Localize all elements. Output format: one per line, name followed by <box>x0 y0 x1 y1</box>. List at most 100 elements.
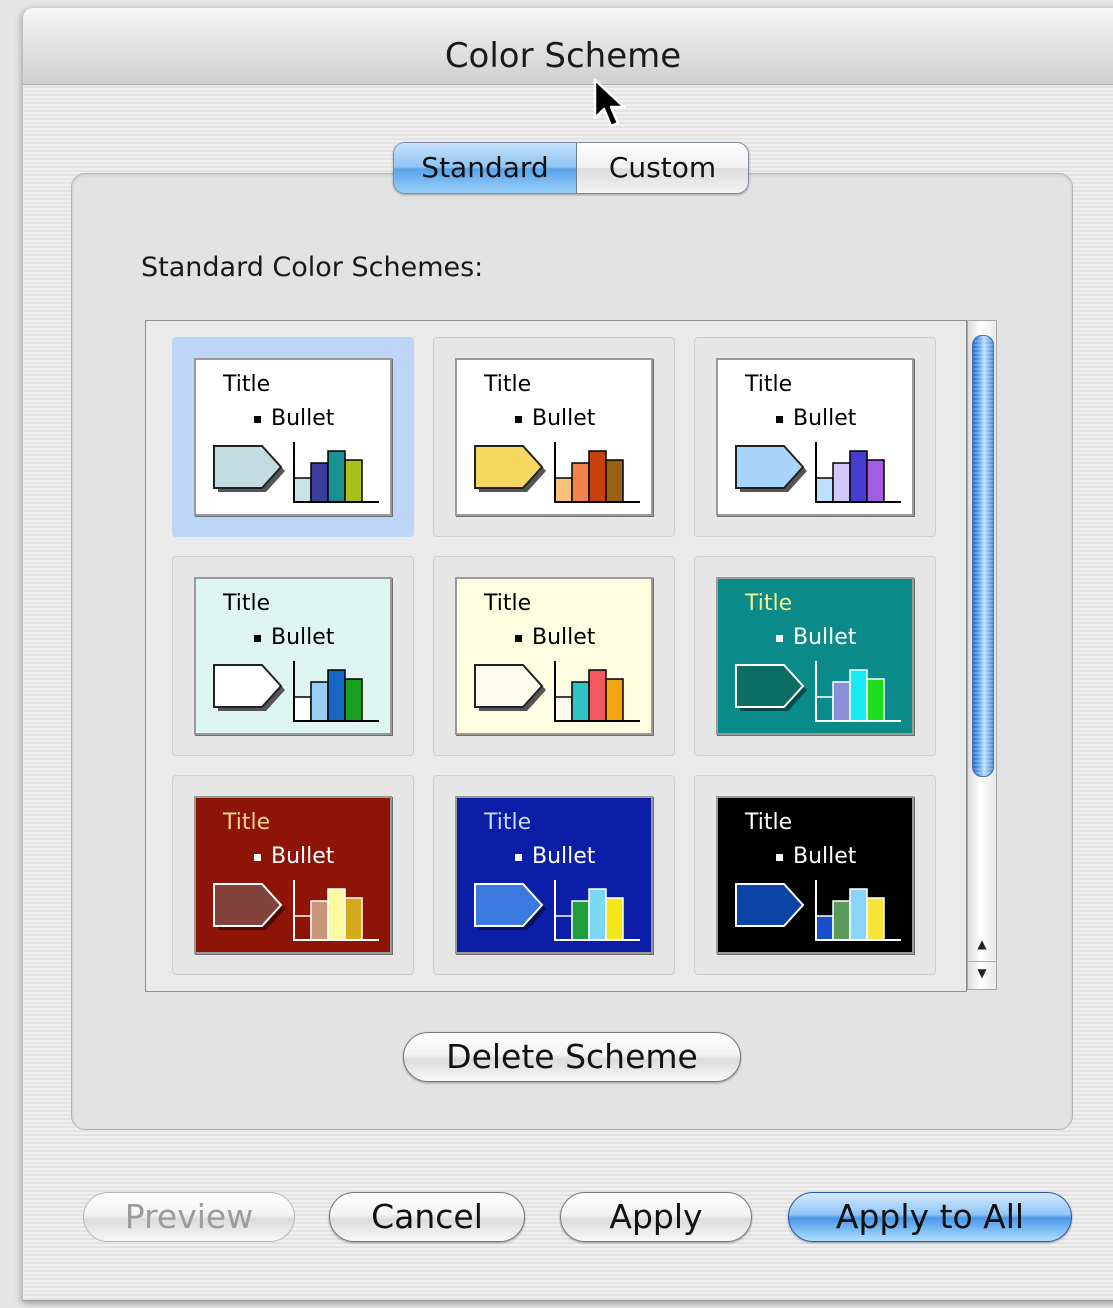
mini-chart-bar <box>832 681 851 722</box>
scheme-thumbnail: Title Bullet <box>716 577 914 735</box>
mini-chart-bar <box>327 669 346 722</box>
scheme-list-scrollbar[interactable]: ▲ ▼ <box>967 320 997 990</box>
bullet-square-icon <box>515 853 522 861</box>
bullet-square-icon <box>515 634 522 642</box>
mouse-pointer-icon <box>593 78 626 128</box>
thumbnail-bullet-text: Bullet <box>793 406 857 431</box>
scheme-cell[interactable]: Title Bullet <box>433 556 675 756</box>
scheme-cell[interactable]: Title Bullet <box>433 337 675 537</box>
thumbnail-bullet: Bullet <box>254 406 334 431</box>
bullet-square-icon <box>254 415 261 423</box>
scheme-thumbnail: Title Bullet <box>455 358 653 516</box>
tab-custom[interactable]: Custom <box>577 143 748 193</box>
mini-chart-bar <box>344 897 363 941</box>
scheme-thumbnail: Title Bullet <box>716 796 914 954</box>
thumbnail-bullet-text: Bullet <box>271 625 335 650</box>
thumbnail-bullet: Bullet <box>515 625 595 650</box>
thumbnail-bullet-text: Bullet <box>532 625 596 650</box>
scheme-thumbnail: Title Bullet <box>716 358 914 516</box>
mini-chart-bar <box>605 678 624 722</box>
mini-chart-bar <box>605 459 624 503</box>
thumbnail-title: Title <box>223 810 271 835</box>
bullet-square-icon <box>776 634 783 642</box>
bullet-square-icon <box>515 415 522 423</box>
scroll-down-arrow-icon[interactable]: ▼ <box>968 961 996 984</box>
thumbnail-bullet-text: Bullet <box>793 844 857 869</box>
mini-chart-bar <box>832 462 851 503</box>
scheme-cell[interactable]: Title Bullet <box>172 556 414 756</box>
mini-chart-bar <box>815 477 834 503</box>
mini-chart-bar <box>866 678 885 722</box>
scheme-thumbnail: Title Bullet <box>455 577 653 735</box>
mini-chart-bar <box>849 450 868 503</box>
thumbnail-bullet: Bullet <box>515 406 595 431</box>
scheme-cell[interactable]: Title Bullet <box>172 775 414 975</box>
mini-chart-bar <box>849 669 868 722</box>
mini-chart-bar <box>571 900 590 941</box>
scrollbar-thumb[interactable] <box>972 335 994 777</box>
window-title: Color Scheme <box>444 36 682 76</box>
mini-chart-bar <box>344 459 363 503</box>
scheme-type-segmented-control[interactable]: Standard Custom <box>393 142 749 194</box>
thumbnail-title: Title <box>223 372 271 397</box>
preview-button[interactable]: Preview <box>83 1192 295 1242</box>
thumbnail-title: Title <box>484 810 532 835</box>
mini-chart-bar <box>571 681 590 722</box>
cancel-button[interactable]: Cancel <box>329 1192 525 1242</box>
thumbnail-title: Title <box>745 591 793 616</box>
mini-chart-bar <box>293 915 312 941</box>
color-scheme-dialog: Color Scheme Standard Custom Standard Co… <box>22 8 1113 1301</box>
thumbnail-bullet: Bullet <box>254 844 334 869</box>
tab-standard[interactable]: Standard <box>394 143 577 193</box>
mini-chart-bar <box>293 477 312 503</box>
mini-chart-bar <box>588 450 607 503</box>
thumbnail-title: Title <box>745 372 793 397</box>
thumbnail-bullet-text: Bullet <box>793 625 857 650</box>
thumbnail-bullet: Bullet <box>776 844 856 869</box>
standard-schemes-label: Standard Color Schemes: <box>141 252 484 283</box>
scheme-thumbnail: Title Bullet <box>194 358 392 516</box>
scroll-up-arrow-icon[interactable]: ▲ <box>968 933 996 955</box>
thumbnail-title: Title <box>484 591 532 616</box>
mini-chart-bar <box>571 462 590 503</box>
scheme-cell[interactable]: Title Bullet <box>694 556 936 756</box>
scheme-cell[interactable]: Title Bullet <box>433 775 675 975</box>
mini-chart-bar <box>344 678 363 722</box>
mini-chart-bar <box>554 477 573 503</box>
mini-chart-bar <box>588 669 607 722</box>
scheme-thumbnail: Title Bullet <box>455 796 653 954</box>
delete-scheme-button[interactable]: Delete Scheme <box>403 1032 741 1082</box>
scheme-list[interactable]: Title Bullet Title Bullet Title Bullet Title Bu… <box>145 320 967 992</box>
mini-chart-bar <box>849 888 868 941</box>
mini-chart-bar <box>866 897 885 941</box>
scheme-thumbnail: Title Bullet <box>194 577 392 735</box>
mini-chart-bar <box>310 681 329 722</box>
mini-chart-bar <box>554 915 573 941</box>
thumbnail-bullet-text: Bullet <box>271 406 335 431</box>
mini-chart-bar <box>554 696 573 722</box>
thumbnail-bullet: Bullet <box>515 844 595 869</box>
scheme-cell[interactable]: Title Bullet <box>694 775 936 975</box>
mini-chart-bar <box>327 450 346 503</box>
bullet-square-icon <box>254 634 261 642</box>
mini-chart-bar <box>293 696 312 722</box>
thumbnail-bullet-text: Bullet <box>532 844 596 869</box>
thumbnail-bullet: Bullet <box>776 406 856 431</box>
mini-chart-bar <box>605 897 624 941</box>
mini-chart-bar <box>588 888 607 941</box>
title-bar[interactable]: Color Scheme <box>23 8 1113 85</box>
bullet-square-icon <box>776 415 783 423</box>
mini-chart-bar <box>832 900 851 941</box>
scheme-cell[interactable]: Title Bullet <box>694 337 936 537</box>
scheme-thumbnail: Title Bullet <box>194 796 392 954</box>
scheme-cell[interactable]: Title Bullet <box>172 337 414 537</box>
apply-to-all-button[interactable]: Apply to All <box>788 1192 1072 1242</box>
bullet-square-icon <box>254 853 261 861</box>
apply-button[interactable]: Apply <box>560 1192 752 1242</box>
thumbnail-title: Title <box>745 810 793 835</box>
thumbnail-bullet: Bullet <box>776 625 856 650</box>
mini-chart-bar <box>327 888 346 941</box>
mini-chart-bar <box>310 900 329 941</box>
mini-chart-bar <box>310 462 329 503</box>
thumbnail-title: Title <box>223 591 271 616</box>
